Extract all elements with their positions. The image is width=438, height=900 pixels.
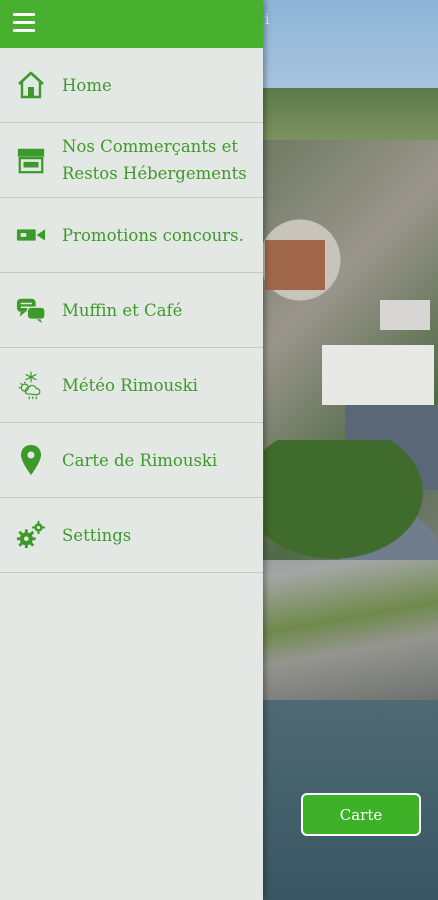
menu-item-commercants[interactable]: Nos Commerçants et Restos Hébergements	[0, 123, 263, 198]
store-icon	[16, 145, 46, 175]
chat-bubbles-icon	[16, 295, 46, 325]
home-icon	[16, 70, 46, 100]
menu-item-label-line2: Restos Hébergements	[62, 164, 247, 183]
map-pin-icon	[16, 445, 46, 475]
menu-item-settings[interactable]: Settings	[0, 498, 263, 573]
menu-item-label: Muffin et Café	[62, 300, 183, 320]
menu-list: Home Nos Commerçants et Restos Hébergeme…	[0, 48, 263, 573]
header-title-peek: i	[265, 12, 270, 28]
menu-item-home[interactable]: Home	[0, 48, 263, 123]
menu-item-label: Carte de Rimouski	[62, 450, 218, 470]
gears-icon	[16, 520, 46, 550]
menu-item-carte[interactable]: Carte de Rimouski	[0, 423, 263, 498]
menu-item-label: Météo Rimouski	[62, 375, 198, 395]
menu-item-label: Home	[62, 75, 112, 95]
menu-icon[interactable]	[13, 13, 35, 33]
menu-item-label: Nos Commerçants et Restos Hébergements	[62, 133, 247, 187]
menu-item-label: Promotions concours.	[62, 225, 244, 245]
menu-item-meteo[interactable]: Météo Rimouski	[0, 348, 263, 423]
menu-item-label-line1: Nos Commerçants et	[62, 137, 239, 156]
coupon-icon	[16, 220, 46, 250]
carte-button[interactable]: Carte	[301, 793, 421, 836]
menu-item-promotions[interactable]: Promotions concours.	[0, 198, 263, 273]
navigation-drawer: Home Nos Commerçants et Restos Hébergeme…	[0, 0, 263, 900]
menu-item-muffin-cafe[interactable]: Muffin et Café	[0, 273, 263, 348]
drawer-header	[0, 0, 263, 48]
weather-icon	[16, 370, 46, 400]
menu-item-label: Settings	[62, 525, 132, 545]
